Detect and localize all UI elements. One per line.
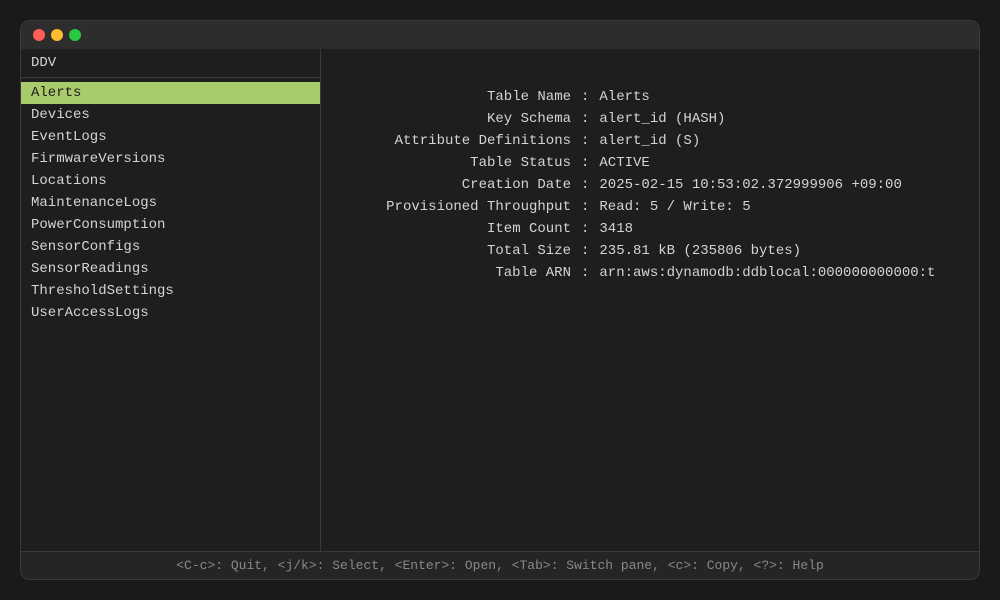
status-bar: <C-c>: Quit, <j/k>: Select, <Enter>: Ope… xyxy=(21,551,979,579)
detail-row: Table Status:ACTIVE xyxy=(351,155,949,171)
sidebar-item-firmwareversions[interactable]: FirmwareVersions xyxy=(21,148,320,170)
detail-row: Key Schema:alert_id (HASH) xyxy=(351,111,949,127)
status-bar-text: <C-c>: Quit, <j/k>: Select, <Enter>: Ope… xyxy=(176,558,824,573)
minimize-button[interactable] xyxy=(51,29,63,41)
sidebar-item-eventlogs[interactable]: EventLogs xyxy=(21,126,320,148)
detail-label: Table Status xyxy=(351,155,581,171)
sidebar-item-alerts[interactable]: Alerts xyxy=(21,82,320,104)
detail-value: Read: 5 / Write: 5 xyxy=(599,199,750,215)
detail-value: ACTIVE xyxy=(599,155,649,171)
detail-value: alert_id (S) xyxy=(599,133,700,149)
detail-row: Table Name:Alerts xyxy=(351,89,949,105)
sidebar-header: DDV xyxy=(21,49,320,78)
detail-colon: : xyxy=(581,155,599,171)
detail-label: Item Count xyxy=(351,221,581,237)
detail-panel: Table Name:AlertsKey Schema:alert_id (HA… xyxy=(321,49,979,551)
detail-value: 235.81 kB (235806 bytes) xyxy=(599,243,801,259)
detail-colon: : xyxy=(581,243,599,259)
close-button[interactable] xyxy=(33,29,45,41)
sidebar-item-locations[interactable]: Locations xyxy=(21,170,320,192)
detail-row: Item Count:3418 xyxy=(351,221,949,237)
detail-row: Creation Date:2025-02-15 10:53:02.372999… xyxy=(351,177,949,193)
sidebar-item-sensorconfigs[interactable]: SensorConfigs xyxy=(21,236,320,258)
maximize-button[interactable] xyxy=(69,29,81,41)
sidebar: DDV AlertsDevicesEventLogsFirmwareVersio… xyxy=(21,49,321,551)
detail-colon: : xyxy=(581,89,599,105)
detail-colon: : xyxy=(581,265,599,281)
sidebar-item-sensorreadings[interactable]: SensorReadings xyxy=(21,258,320,280)
sidebar-list: AlertsDevicesEventLogsFirmwareVersionsLo… xyxy=(21,78,320,551)
detail-row: Total Size:235.81 kB (235806 bytes) xyxy=(351,243,949,259)
detail-row: Provisioned Throughput:Read: 5 / Write: … xyxy=(351,199,949,215)
sidebar-item-devices[interactable]: Devices xyxy=(21,104,320,126)
detail-colon: : xyxy=(581,111,599,127)
detail-colon: : xyxy=(581,221,599,237)
detail-colon: : xyxy=(581,177,599,193)
detail-row: Table ARN:arn:aws:dynamodb:ddblocal:0000… xyxy=(351,265,949,281)
detail-label: Table ARN xyxy=(351,265,581,281)
detail-label: Attribute Definitions xyxy=(351,133,581,149)
sidebar-item-powerconsumption[interactable]: PowerConsumption xyxy=(21,214,320,236)
detail-label: Provisioned Throughput xyxy=(351,199,581,215)
traffic-lights xyxy=(33,29,81,41)
detail-row: Attribute Definitions:alert_id (S) xyxy=(351,133,949,149)
detail-label: Total Size xyxy=(351,243,581,259)
detail-label: Creation Date xyxy=(351,177,581,193)
sidebar-item-maintenancelogs[interactable]: MaintenanceLogs xyxy=(21,192,320,214)
detail-table: Table Name:AlertsKey Schema:alert_id (HA… xyxy=(351,89,949,287)
detail-colon: : xyxy=(581,199,599,215)
detail-value: Alerts xyxy=(599,89,649,105)
title-bar xyxy=(21,21,979,49)
sidebar-item-thresholdsettings[interactable]: ThresholdSettings xyxy=(21,280,320,302)
detail-value: arn:aws:dynamodb:ddblocal:000000000000:t xyxy=(599,265,935,281)
detail-colon: : xyxy=(581,133,599,149)
detail-value: 2025-02-15 10:53:02.372999906 +09:00 xyxy=(599,177,901,193)
sidebar-item-useraccesslogs[interactable]: UserAccessLogs xyxy=(21,302,320,324)
detail-value: alert_id (HASH) xyxy=(599,111,725,127)
app-window: DDV AlertsDevicesEventLogsFirmwareVersio… xyxy=(20,20,980,580)
main-content: DDV AlertsDevicesEventLogsFirmwareVersio… xyxy=(21,49,979,551)
detail-label: Key Schema xyxy=(351,111,581,127)
detail-label: Table Name xyxy=(351,89,581,105)
detail-value: 3418 xyxy=(599,221,633,237)
